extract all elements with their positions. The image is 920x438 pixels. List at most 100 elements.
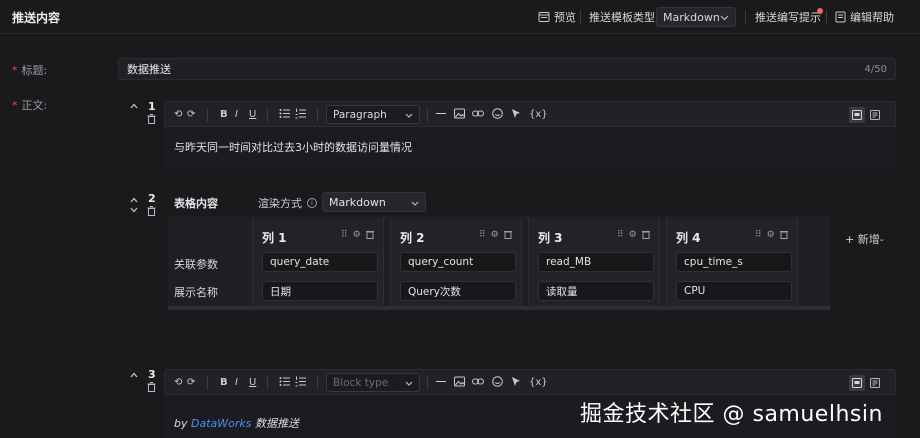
gear-icon[interactable]: ⚙ <box>353 230 361 242</box>
trash-icon[interactable] <box>641 230 650 242</box>
chevron-up-icon[interactable] <box>130 196 138 206</box>
block-type-placeholder: Block type <box>333 376 389 389</box>
image-icon[interactable] <box>454 108 465 124</box>
trash-icon[interactable] <box>365 230 374 242</box>
drag-handle-icon[interactable]: ⠿ <box>341 230 348 242</box>
render-mode-select[interactable]: Markdown <box>322 192 426 212</box>
block-type-select[interactable]: Paragraph <box>326 105 420 124</box>
emoji-icon[interactable] <box>492 108 503 124</box>
emoji-icon[interactable] <box>492 376 503 392</box>
footer-rest: 数据推送 <box>255 417 299 430</box>
highlight-icon[interactable] <box>511 376 522 392</box>
divider <box>267 376 268 390</box>
add-column-button[interactable]: + 新增- <box>845 231 884 247</box>
edit-help-button[interactable]: 编辑帮助 <box>835 8 894 26</box>
divider <box>207 376 208 390</box>
block-1-toolbar: ⟲ ⟳ B I U Paragraph {x} <box>164 101 896 127</box>
variable-icon[interactable]: {x} <box>529 108 548 122</box>
block-type-select[interactable]: Block type <box>326 373 420 392</box>
trash-icon[interactable] <box>147 206 156 219</box>
link-icon[interactable] <box>472 376 484 392</box>
divider <box>427 108 428 122</box>
block-number: 1 <box>148 100 156 113</box>
chevron-down-icon <box>405 377 413 389</box>
param-input[interactable]: query_count <box>400 252 516 272</box>
row-label-param: 关联参数 <box>174 258 218 271</box>
paragraph-text[interactable]: 与昨天同一时间对比过去3小时的数据访问量情况 <box>174 139 412 155</box>
column-title: 列 3 <box>538 231 563 245</box>
rich-mode-icon[interactable] <box>849 375 865 391</box>
italic-button[interactable]: I <box>235 108 238 122</box>
chevron-up-icon[interactable] <box>130 102 138 112</box>
block-number: 2 <box>148 192 156 205</box>
chevron-down-icon <box>720 11 729 24</box>
template-type-select[interactable]: Markdown <box>656 7 736 27</box>
divider <box>580 10 581 24</box>
page-title: 推送内容 <box>12 11 61 25</box>
gear-icon[interactable]: ⚙ <box>491 230 499 242</box>
column-title: 列 4 <box>676 231 701 245</box>
bold-button[interactable]: B <box>220 376 228 390</box>
watermark: 掘金技术社区 @ samuelhsin <box>580 402 883 427</box>
chevron-down-icon[interactable] <box>130 206 138 216</box>
markdown-mode-icon[interactable] <box>867 375 883 391</box>
variable-icon[interactable]: {x} <box>529 376 548 390</box>
trash-icon[interactable] <box>779 230 788 242</box>
title-input[interactable]: 数据推送 4/50 <box>118 58 896 80</box>
divider <box>267 108 268 122</box>
display-name-input[interactable]: 读取量 <box>538 281 654 301</box>
chevron-down-icon <box>405 109 413 121</box>
divider <box>826 10 827 24</box>
param-input[interactable]: query_date <box>262 252 378 272</box>
drag-handle-icon[interactable]: ⠿ <box>617 230 624 242</box>
preview-button[interactable]: 预览 <box>538 8 576 26</box>
title-char-count: 4/50 <box>864 63 887 75</box>
italic-button[interactable]: I <box>235 376 238 390</box>
markdown-mode-icon[interactable] <box>867 107 883 123</box>
underline-button[interactable]: U <box>249 108 256 122</box>
required-mark: * <box>12 64 18 77</box>
trash-icon[interactable] <box>147 114 156 127</box>
trash-icon[interactable] <box>503 230 512 242</box>
gear-icon[interactable]: ⚙ <box>767 230 775 242</box>
notification-dot <box>817 8 823 14</box>
param-input[interactable]: read_MB <box>538 252 654 272</box>
drag-handle-icon[interactable]: ⠿ <box>479 230 486 242</box>
display-name-input[interactable]: 日期 <box>262 281 378 301</box>
body-label-text: 正文: <box>21 99 48 112</box>
image-icon[interactable] <box>454 376 465 392</box>
divider <box>427 376 428 390</box>
display-name-input[interactable]: Query次数 <box>400 281 516 301</box>
param-input[interactable]: cpu_time_s <box>676 252 792 272</box>
highlight-icon[interactable] <box>511 108 522 124</box>
undo-icon[interactable]: ⟲ <box>174 108 182 122</box>
info-icon[interactable]: i <box>307 198 317 208</box>
writing-tips-button[interactable]: 推送编写提示 <box>755 8 821 26</box>
chevron-up-icon[interactable] <box>130 371 138 381</box>
undo-icon[interactable]: ⟲ <box>174 376 182 390</box>
bullet-list-icon[interactable] <box>279 376 290 392</box>
template-type-label: 推送模板类型 <box>589 11 655 24</box>
column-actions: ⠿ ⚙ <box>479 230 512 242</box>
render-mode-value: Markdown <box>329 195 386 209</box>
link-icon[interactable] <box>472 108 484 124</box>
redo-icon[interactable]: ⟳ <box>187 108 195 122</box>
column-title: 列 2 <box>400 231 425 245</box>
render-mode-text: 渲染方式 <box>258 197 302 210</box>
bold-button[interactable]: B <box>220 108 228 122</box>
horizontal-rule-icon[interactable] <box>436 376 446 392</box>
trash-icon[interactable] <box>147 382 156 395</box>
drag-handle-icon[interactable]: ⠿ <box>755 230 762 242</box>
bullet-list-icon[interactable] <box>279 108 290 124</box>
numbered-list-icon[interactable] <box>295 376 306 392</box>
footer-text[interactable]: by DataWorks 数据推送 <box>174 415 299 431</box>
underline-button[interactable]: U <box>249 376 256 390</box>
redo-icon[interactable]: ⟳ <box>187 376 195 390</box>
rich-mode-icon[interactable] <box>849 107 865 123</box>
numbered-list-icon[interactable] <box>295 108 306 124</box>
gear-icon[interactable]: ⚙ <box>629 230 637 242</box>
chevron-down-icon <box>411 196 419 209</box>
horizontal-rule-icon[interactable] <box>436 108 446 124</box>
display-name-input[interactable]: CPU <box>676 281 792 301</box>
dataworks-link[interactable]: DataWorks <box>191 417 252 430</box>
